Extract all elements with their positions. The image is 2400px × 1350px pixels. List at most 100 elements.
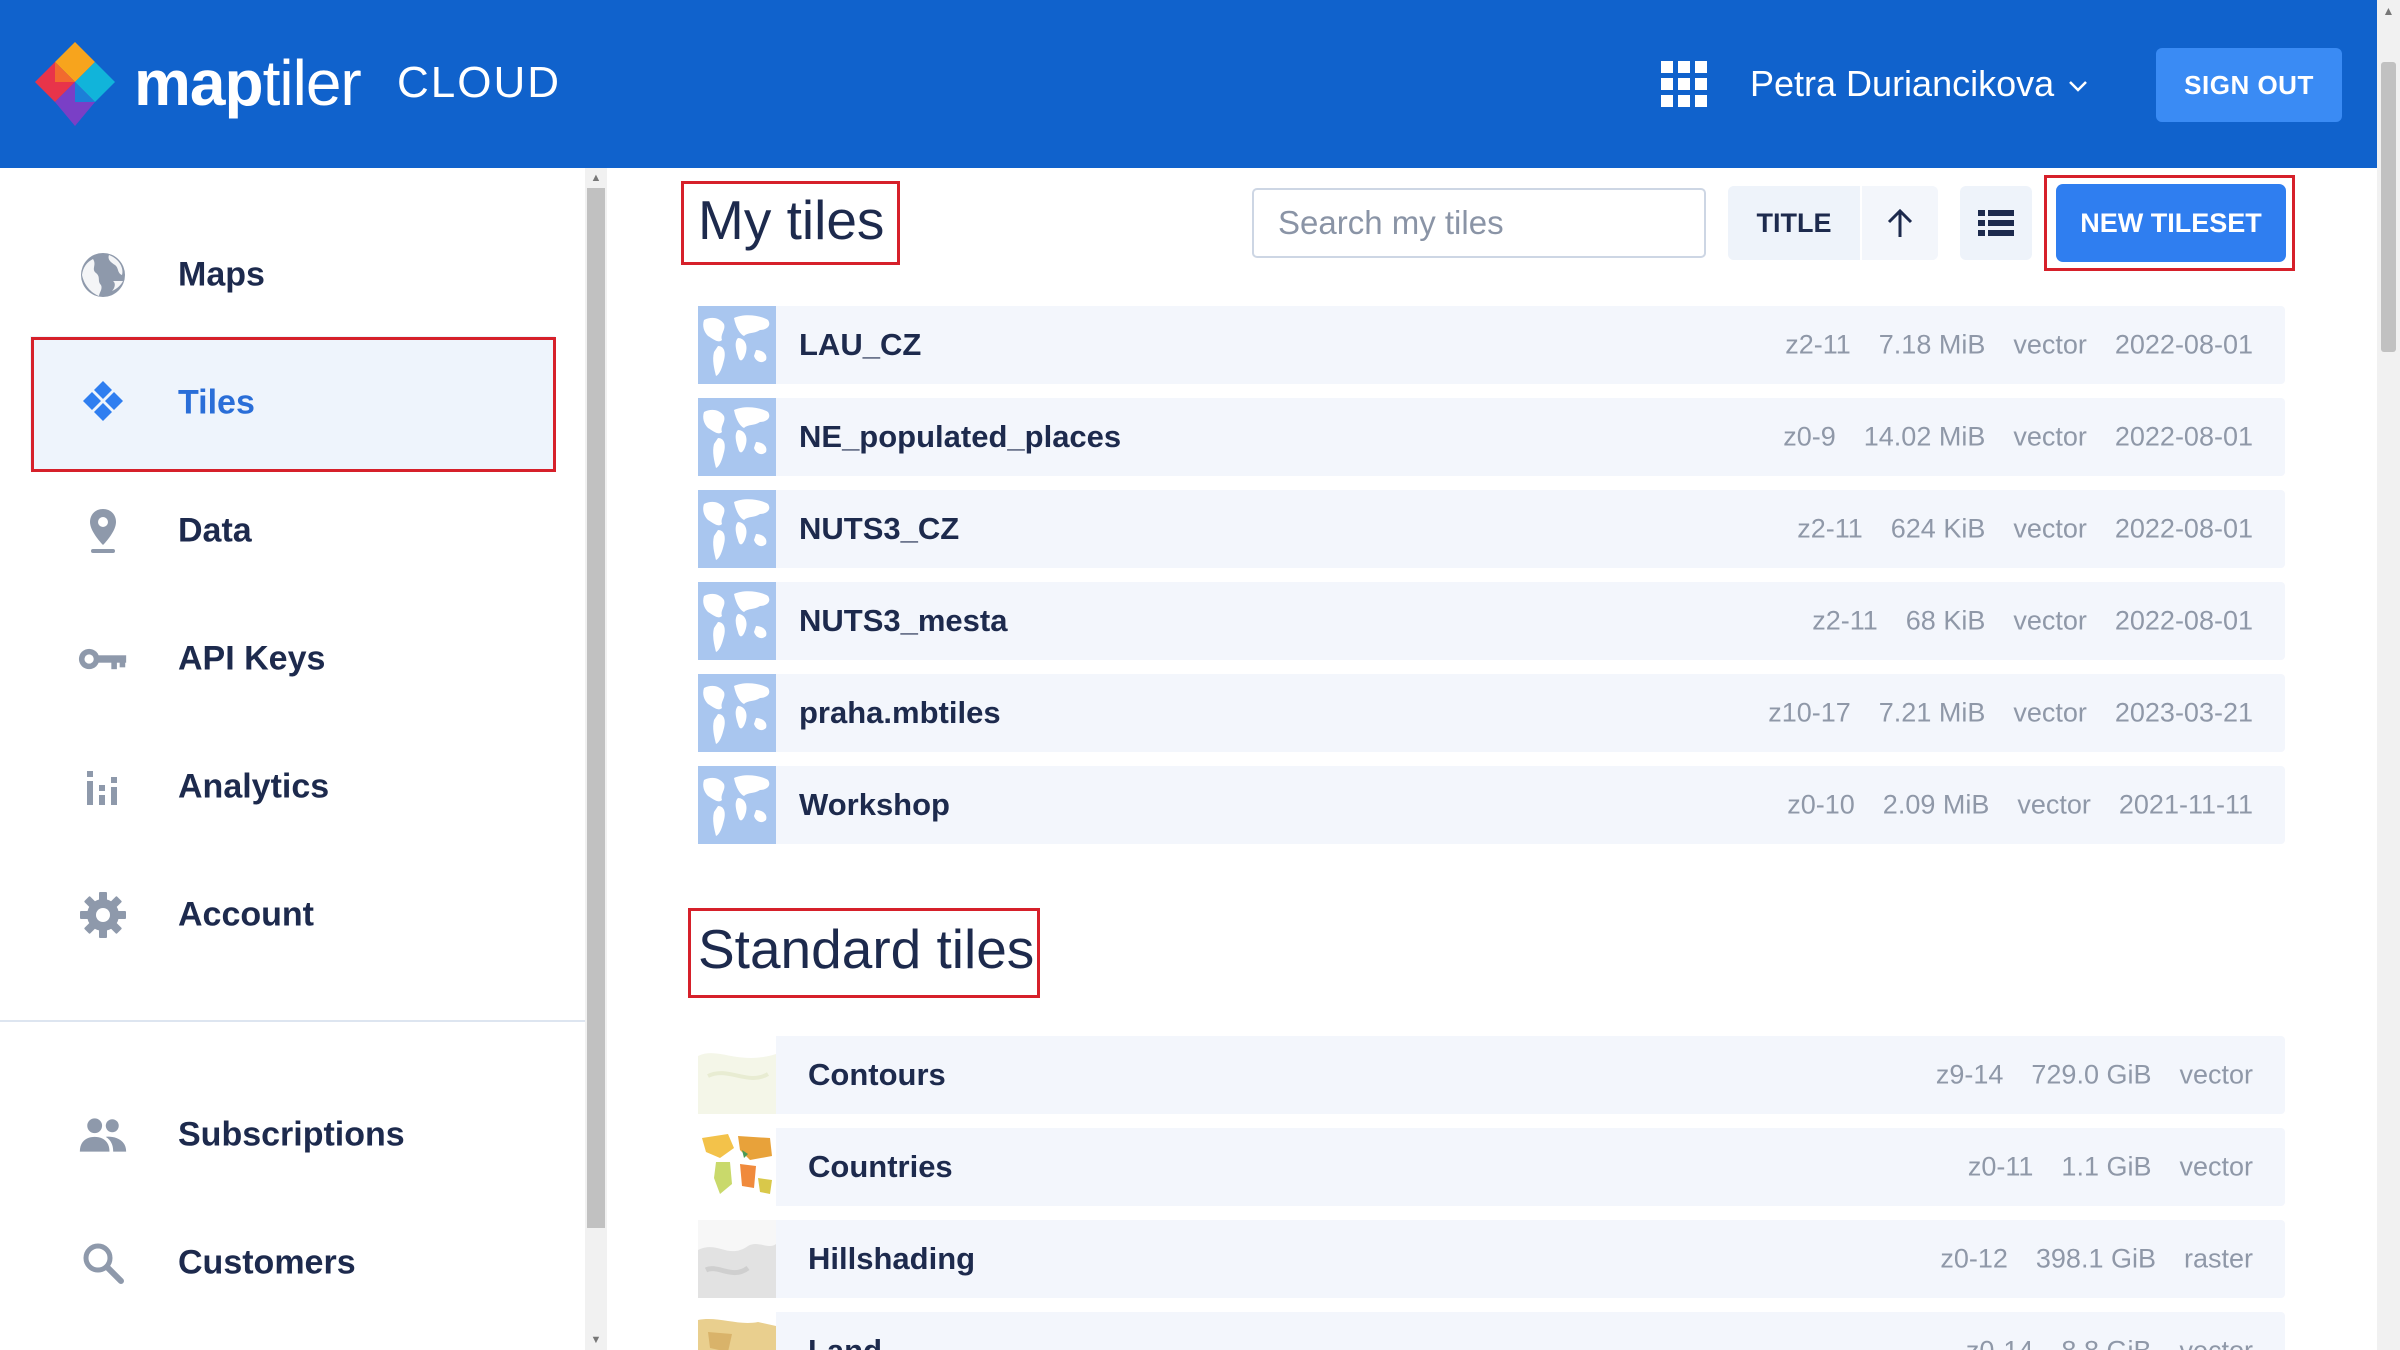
logo-cloud-text: CLOUD [397,58,562,107]
sidebar-item-label: Tiles [178,383,255,422]
scroll-up-arrow-icon[interactable]: ▲ [2377,0,2400,22]
tileset-thumbnail-icon [698,1128,776,1206]
table-row[interactable]: NE_populated_places z0-9 14.02 MiB vecto… [698,398,2285,476]
tileset-thumbnail-icon [698,1220,776,1298]
scroll-down-arrow-icon[interactable]: ▼ [585,1330,607,1350]
tileset-thumbnail-icon [698,582,776,660]
tileset-name: praha.mbtiles [799,695,1001,730]
tileset-name: LAU_CZ [799,327,922,362]
tileset-size: 7.18 MiB [1878,329,1986,360]
tileset-date: 2022-08-01 [2114,513,2253,544]
tileset-thumbnail-icon [698,306,776,384]
sort-direction-button[interactable] [1860,186,1938,260]
sidebar-item-analytics[interactable]: Analytics [30,720,555,854]
sidebar-scrollbar-thumb[interactable] [587,188,605,1228]
logo-map-text: map [134,47,264,119]
sidebar-item-maps[interactable]: Maps [30,208,555,342]
table-row[interactable]: LAU_CZ z2-11 7.18 MiB vector 2022-08-01 [698,306,2285,384]
maptiler-logo-icon[interactable] [33,40,117,128]
tileset-size: 14.02 MiB [1863,421,1986,452]
tileset-date: 2023-03-21 [2114,697,2253,728]
list-view-toggle[interactable] [1960,186,2032,260]
table-row[interactable]: Contours z9-14 729.0 GiB vector [698,1036,2285,1114]
tileset-size: 8.8 GiB [2061,1336,2151,1350]
tileset-meta: z10-17 7.21 MiB vector 2023-03-21 [1768,698,2253,729]
tileset-size: 398.1 GiB [2035,1243,2156,1274]
tileset-meta: z2-11 7.18 MiB vector 2022-08-01 [1785,330,2253,361]
tileset-zoom: z0-12 [1940,1243,2008,1274]
tileset-type: vector [2013,513,2087,544]
tileset-type: vector [2179,1151,2253,1182]
sort-by-title-button[interactable]: TITLE [1728,186,1860,260]
tileset-zoom: z2-11 [1812,605,1878,636]
logo-tiler-text: tiler [262,47,362,119]
sign-out-button[interactable]: SIGN OUT [2156,48,2342,122]
list-view-icon [1978,210,2014,236]
tileset-date: 2021-11-11 [2118,789,2253,820]
apps-grid-icon[interactable] [1660,60,1708,108]
tileset-thumbnail-icon [698,674,776,752]
tileset-name: Contours [808,1057,946,1092]
tileset-size: 2.09 MiB [1882,789,1990,820]
tileset-type: vector [2013,697,2087,728]
table-row[interactable]: NUTS3_CZ z2-11 624 KiB vector 2022-08-01 [698,490,2285,568]
tileset-date: 2022-08-01 [2114,329,2253,360]
table-row[interactable]: Hillshading z0-12 398.1 GiB raster [698,1220,2285,1298]
tileset-name: NE_populated_places [799,419,1122,454]
globe-icon [78,250,128,300]
page-scrollbar-thumb[interactable] [2381,62,2396,352]
tiles-icon [78,378,128,428]
tileset-name: Workshop [799,787,950,822]
tileset-thumbnail-icon [698,490,776,568]
table-row[interactable]: Land z0-14 8.8 GiB vector [698,1312,2285,1350]
tileset-type: vector [2013,605,2087,636]
tileset-zoom: z9-14 [1935,1059,2004,1090]
sidebar-item-label: Account [178,895,314,934]
sidebar-item-subscriptions[interactable]: Subscriptions [30,1068,555,1202]
sidebar-item-account[interactable]: Account [30,848,555,982]
sidebar-item-label: Data [178,511,252,550]
top-header: maptiler CLOUD Petra Duriancikova SIGN O… [0,0,2377,168]
user-menu[interactable]: Petra Duriancikova [1750,58,2088,110]
logo-wordmark[interactable]: maptiler [134,46,362,120]
user-name: Petra Duriancikova [1750,63,2055,104]
table-row[interactable]: Countries z0-11 1.1 GiB vector [698,1128,2285,1206]
tileset-meta: z2-11 624 KiB vector 2022-08-01 [1797,514,2253,545]
tileset-meta: z9-14 729.0 GiB vector [1936,1060,2253,1091]
sidebar-item-data[interactable]: Data [30,464,555,598]
table-row[interactable]: praha.mbtiles z10-17 7.21 MiB vector 202… [698,674,2285,752]
tileset-thumbnail-icon [698,398,776,476]
page-scrollbar[interactable]: ▲ [2377,0,2400,1350]
tileset-size: 7.21 MiB [1878,697,1986,728]
tileset-zoom: z2-11 [1797,513,1863,544]
tileset-zoom: z0-14 [1966,1336,2034,1350]
sidebar-item-customers[interactable]: Customers [30,1196,555,1330]
search-input[interactable] [1252,188,1706,258]
arrow-up-icon [1887,208,1913,237]
tileset-meta: z2-11 68 KiB vector 2022-08-01 [1812,606,2253,637]
sort-control: TITLE [1728,186,1938,260]
tileset-zoom: z0-9 [1783,421,1836,452]
new-tileset-button[interactable]: NEW TILESET [2056,184,2286,262]
map-pin-icon [78,506,128,556]
gear-icon [78,890,128,940]
tileset-type: vector [2013,329,2087,360]
sidebar-item-label: API Keys [178,639,326,678]
sidebar-item-tiles[interactable]: Tiles [30,336,555,470]
tileset-name: NUTS3_mesta [799,603,1008,638]
tileset-meta: z0-14 8.8 GiB vector [1966,1336,2253,1350]
tileset-meta: z0-12 398.1 GiB raster [1940,1244,2253,1275]
tileset-name: Hillshading [808,1241,976,1276]
tileset-type: vector [2179,1059,2253,1090]
tileset-zoom: z10-17 [1768,697,1851,728]
sidebar-item-api-keys[interactable]: API Keys [30,592,555,726]
table-row[interactable]: Workshop z0-10 2.09 MiB vector 2021-11-1… [698,766,2285,844]
people-icon [78,1110,128,1160]
tileset-date: 2022-08-01 [2114,421,2253,452]
sidebar-scrollbar[interactable]: ▲ ▼ [585,168,607,1350]
chevron-down-icon [2069,81,2088,92]
table-row[interactable]: NUTS3_mesta z2-11 68 KiB vector 2022-08-… [698,582,2285,660]
scroll-up-arrow-icon[interactable]: ▲ [585,168,607,188]
sidebar-item-label: Customers [178,1243,356,1282]
tileset-name: Land [808,1333,882,1350]
